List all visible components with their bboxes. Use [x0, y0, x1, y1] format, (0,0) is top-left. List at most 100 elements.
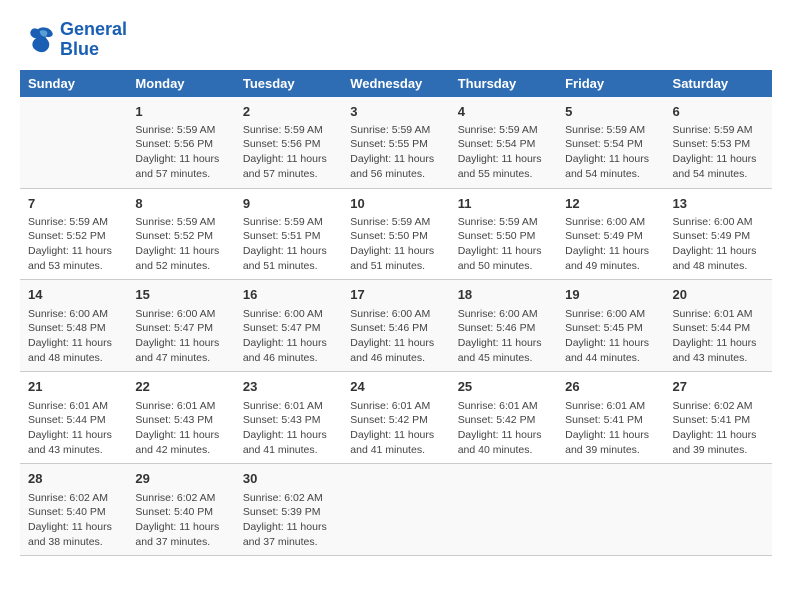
- header-col-friday: Friday: [557, 70, 664, 97]
- header-col-sunday: Sunday: [20, 70, 127, 97]
- day-number: 26: [565, 378, 656, 396]
- page-header: General Blue: [20, 20, 772, 60]
- logo: General Blue: [20, 20, 127, 60]
- day-number: 12: [565, 195, 656, 213]
- day-info: Sunrise: 6:00 AM Sunset: 5:47 PM Dayligh…: [243, 307, 334, 366]
- week-row-2: 7 Sunrise: 5:59 AM Sunset: 5:52 PM Daylig…: [20, 188, 772, 280]
- day-info: Sunrise: 5:59 AM Sunset: 5:56 PM Dayligh…: [135, 123, 226, 182]
- day-number: 27: [673, 378, 764, 396]
- day-info: Sunrise: 6:01 AM Sunset: 5:44 PM Dayligh…: [28, 399, 119, 458]
- calendar-header: SundayMondayTuesdayWednesdayThursdayFrid…: [20, 70, 772, 97]
- calendar-body: 1 Sunrise: 5:59 AM Sunset: 5:56 PM Daylig…: [20, 97, 772, 556]
- day-info: Sunrise: 6:00 AM Sunset: 5:47 PM Dayligh…: [135, 307, 226, 366]
- day-info: Sunrise: 5:59 AM Sunset: 5:51 PM Dayligh…: [243, 215, 334, 274]
- calendar-cell: [557, 464, 664, 556]
- header-row: SundayMondayTuesdayWednesdayThursdayFrid…: [20, 70, 772, 97]
- calendar-cell: 30 Sunrise: 6:02 AM Sunset: 5:39 PM Dayli…: [235, 464, 342, 556]
- week-row-3: 14Sunrise: 6:00 AM Sunset: 5:48 PM Dayli…: [20, 280, 772, 372]
- day-info: Sunrise: 6:00 AM Sunset: 5:46 PM Dayligh…: [458, 307, 549, 366]
- calendar-cell: 9 Sunrise: 5:59 AM Sunset: 5:51 PM Daylig…: [235, 188, 342, 280]
- day-info: Sunrise: 6:01 AM Sunset: 5:43 PM Dayligh…: [135, 399, 226, 458]
- calendar-cell: 4Sunrise: 5:59 AM Sunset: 5:54 PM Daylig…: [450, 97, 557, 188]
- logo-icon: [20, 22, 56, 58]
- calendar-cell: 27 Sunrise: 6:02 AM Sunset: 5:41 PM Dayli…: [665, 372, 772, 464]
- day-number: 17: [350, 286, 441, 304]
- calendar-cell: 18 Sunrise: 6:00 AM Sunset: 5:46 PM Dayli…: [450, 280, 557, 372]
- day-number: 10: [350, 195, 441, 213]
- header-col-wednesday: Wednesday: [342, 70, 449, 97]
- calendar-cell: 21 Sunrise: 6:01 AM Sunset: 5:44 PM Dayli…: [20, 372, 127, 464]
- day-number: 18: [458, 286, 549, 304]
- day-number: 13: [673, 195, 764, 213]
- day-number: 7: [28, 195, 119, 213]
- calendar-cell: 24Sunrise: 6:01 AM Sunset: 5:42 PM Dayli…: [342, 372, 449, 464]
- day-info: Sunrise: 6:01 AM Sunset: 5:42 PM Dayligh…: [350, 399, 441, 458]
- calendar-cell: [665, 464, 772, 556]
- day-info: Sunrise: 6:00 AM Sunset: 5:45 PM Dayligh…: [565, 307, 656, 366]
- calendar-table: SundayMondayTuesdayWednesdayThursdayFrid…: [20, 70, 772, 557]
- day-info: Sunrise: 6:01 AM Sunset: 5:43 PM Dayligh…: [243, 399, 334, 458]
- day-info: Sunrise: 5:59 AM Sunset: 5:53 PM Dayligh…: [673, 123, 764, 182]
- day-number: 29: [135, 470, 226, 488]
- day-info: Sunrise: 6:02 AM Sunset: 5:40 PM Dayligh…: [28, 491, 119, 550]
- day-info: Sunrise: 6:01 AM Sunset: 5:42 PM Dayligh…: [458, 399, 549, 458]
- day-number: 21: [28, 378, 119, 396]
- day-number: 9: [243, 195, 334, 213]
- calendar-cell: [342, 464, 449, 556]
- day-info: Sunrise: 6:02 AM Sunset: 5:40 PM Dayligh…: [135, 491, 226, 550]
- calendar-cell: 28 Sunrise: 6:02 AM Sunset: 5:40 PM Dayli…: [20, 464, 127, 556]
- day-number: 3: [350, 103, 441, 121]
- calendar-cell: 17 Sunrise: 6:00 AM Sunset: 5:46 PM Dayli…: [342, 280, 449, 372]
- calendar-cell: 26 Sunrise: 6:01 AM Sunset: 5:41 PM Dayli…: [557, 372, 664, 464]
- day-info: Sunrise: 5:59 AM Sunset: 5:54 PM Dayligh…: [565, 123, 656, 182]
- header-col-tuesday: Tuesday: [235, 70, 342, 97]
- day-info: Sunrise: 6:01 AM Sunset: 5:41 PM Dayligh…: [565, 399, 656, 458]
- header-col-saturday: Saturday: [665, 70, 772, 97]
- day-info: Sunrise: 6:02 AM Sunset: 5:41 PM Dayligh…: [673, 399, 764, 458]
- day-info: Sunrise: 5:59 AM Sunset: 5:55 PM Dayligh…: [350, 123, 441, 182]
- day-info: Sunrise: 5:59 AM Sunset: 5:56 PM Dayligh…: [243, 123, 334, 182]
- calendar-cell: [450, 464, 557, 556]
- day-number: 14: [28, 286, 119, 304]
- day-info: Sunrise: 6:01 AM Sunset: 5:44 PM Dayligh…: [673, 307, 764, 366]
- calendar-cell: 2 Sunrise: 5:59 AM Sunset: 5:56 PM Daylig…: [235, 97, 342, 188]
- day-number: 28: [28, 470, 119, 488]
- day-info: Sunrise: 6:00 AM Sunset: 5:49 PM Dayligh…: [565, 215, 656, 274]
- day-info: Sunrise: 5:59 AM Sunset: 5:50 PM Dayligh…: [350, 215, 441, 274]
- calendar-cell: 14Sunrise: 6:00 AM Sunset: 5:48 PM Dayli…: [20, 280, 127, 372]
- day-number: 25: [458, 378, 549, 396]
- calendar-cell: 15 Sunrise: 6:00 AM Sunset: 5:47 PM Dayli…: [127, 280, 234, 372]
- day-number: 2: [243, 103, 334, 121]
- day-number: 22: [135, 378, 226, 396]
- day-number: 20: [673, 286, 764, 304]
- week-row-1: 1 Sunrise: 5:59 AM Sunset: 5:56 PM Daylig…: [20, 97, 772, 188]
- calendar-cell: 7Sunrise: 5:59 AM Sunset: 5:52 PM Daylig…: [20, 188, 127, 280]
- day-number: 1: [135, 103, 226, 121]
- calendar-cell: 12 Sunrise: 6:00 AM Sunset: 5:49 PM Dayli…: [557, 188, 664, 280]
- day-info: Sunrise: 6:02 AM Sunset: 5:39 PM Dayligh…: [243, 491, 334, 550]
- day-number: 16: [243, 286, 334, 304]
- calendar-cell: 25 Sunrise: 6:01 AM Sunset: 5:42 PM Dayli…: [450, 372, 557, 464]
- calendar-cell: 10 Sunrise: 5:59 AM Sunset: 5:50 PM Dayli…: [342, 188, 449, 280]
- calendar-cell: 20 Sunrise: 6:01 AM Sunset: 5:44 PM Dayli…: [665, 280, 772, 372]
- calendar-cell: 11Sunrise: 5:59 AM Sunset: 5:50 PM Dayli…: [450, 188, 557, 280]
- calendar-cell: [20, 97, 127, 188]
- calendar-cell: 8Sunrise: 5:59 AM Sunset: 5:52 PM Daylig…: [127, 188, 234, 280]
- header-col-monday: Monday: [127, 70, 234, 97]
- logo-blue: Blue: [60, 40, 127, 60]
- calendar-cell: 3 Sunrise: 5:59 AM Sunset: 5:55 PM Daylig…: [342, 97, 449, 188]
- day-number: 11: [458, 195, 549, 213]
- day-number: 4: [458, 103, 549, 121]
- calendar-cell: 5 Sunrise: 5:59 AM Sunset: 5:54 PM Daylig…: [557, 97, 664, 188]
- day-number: 19: [565, 286, 656, 304]
- day-number: 23: [243, 378, 334, 396]
- logo-general: General: [60, 20, 127, 40]
- day-number: 30: [243, 470, 334, 488]
- day-info: Sunrise: 5:59 AM Sunset: 5:52 PM Dayligh…: [135, 215, 226, 274]
- header-col-thursday: Thursday: [450, 70, 557, 97]
- calendar-cell: 29 Sunrise: 6:02 AM Sunset: 5:40 PM Dayli…: [127, 464, 234, 556]
- day-number: 15: [135, 286, 226, 304]
- day-number: 5: [565, 103, 656, 121]
- day-info: Sunrise: 6:00 AM Sunset: 5:46 PM Dayligh…: [350, 307, 441, 366]
- calendar-cell: 6Sunrise: 5:59 AM Sunset: 5:53 PM Daylig…: [665, 97, 772, 188]
